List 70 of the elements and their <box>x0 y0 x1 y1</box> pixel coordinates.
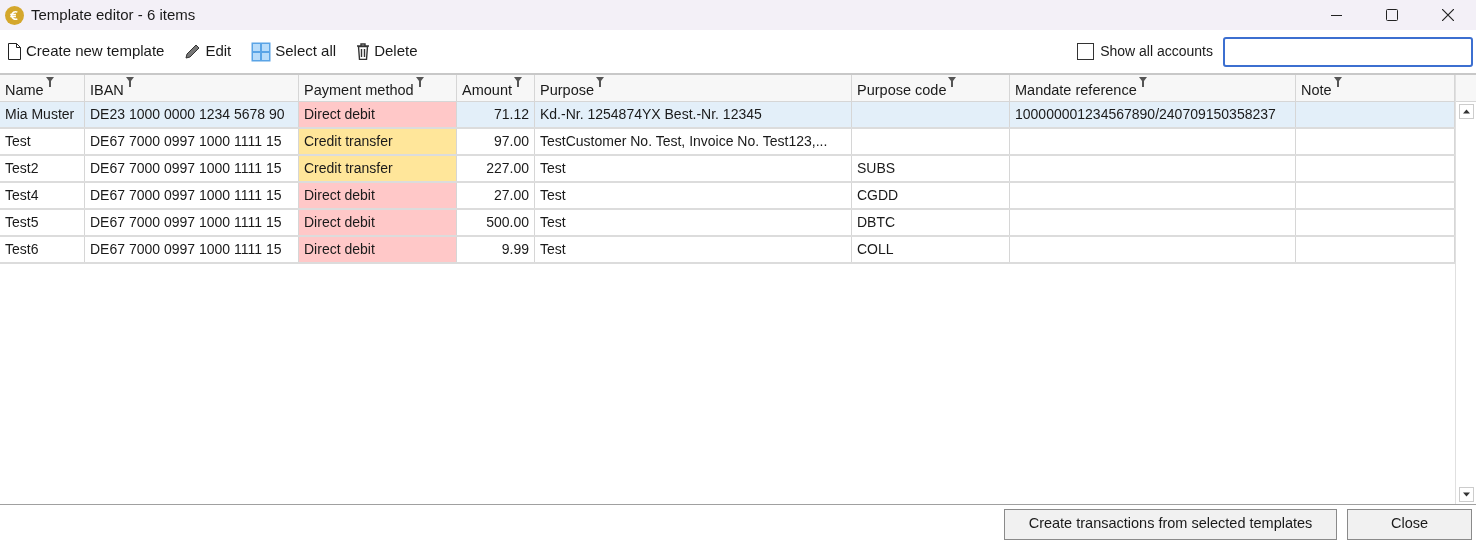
table-cell: SUBS <box>852 156 1010 181</box>
table-cell: Kd.-Nr. 1254874YX Best.-Nr. 12345 <box>535 102 852 127</box>
table-cell: Test5 <box>0 210 85 235</box>
table-row[interactable]: Test DE67 7000 0997 1000 1111 15 Credit transfer 97.00 TestCustomer No. Test, Invoice No. Test123,... <box>0 129 1455 156</box>
table-cell: 100000001234567890/240709150358237 <box>1010 102 1296 127</box>
document-icon <box>7 43 22 60</box>
table-cell: Test4 <box>0 183 85 208</box>
scroll-up-icon[interactable] <box>1458 104 1474 119</box>
table-row[interactable]: Test4 DE67 7000 0997 1000 1111 15 Direct debit 27.00 Test CGDD <box>0 183 1455 210</box>
table-cell: COLL <box>852 237 1010 262</box>
toolbar-button[interactable]: Select all <box>251 40 337 63</box>
filter-icon[interactable] <box>1333 77 1342 87</box>
table-row[interactable]: Test2 DE67 7000 0997 1000 1111 15 Credit transfer 227.00 Test SUBS <box>0 156 1455 183</box>
filter-icon[interactable] <box>125 77 134 87</box>
table-cell: Test <box>535 237 852 262</box>
table-cell: Mia Muster <box>0 102 85 127</box>
filter-icon[interactable] <box>45 77 54 87</box>
table-cell: TestCustomer No. Test, Invoice No. Test123,... <box>535 129 852 154</box>
trash-icon <box>356 43 371 60</box>
table-cell: Test <box>0 129 85 154</box>
table-cell: Direct debit <box>299 210 457 235</box>
table-row[interactable]: Test6 DE67 7000 0997 1000 1111 15 Direct debit 9.99 Test COLL <box>0 237 1455 264</box>
column-header[interactable]: Name <box>0 75 85 101</box>
column-header[interactable]: Purpose <box>535 75 852 101</box>
table-cell: Test <box>535 210 852 235</box>
toolbar-button[interactable]: Edit <box>184 40 232 63</box>
column-header[interactable]: Amount <box>457 75 535 101</box>
table-cell: 71.12 <box>457 102 535 127</box>
filter-icon[interactable] <box>514 77 522 87</box>
euro-coin-icon <box>5 5 24 25</box>
toolbar-button[interactable]: Create new template <box>7 40 165 63</box>
table-cell: 500.00 <box>457 210 535 235</box>
column-header[interactable]: IBAN <box>85 75 299 101</box>
table-row[interactable]: Test5 DE67 7000 0997 1000 1111 15 Direct debit 500.00 Test DBTC <box>0 210 1455 237</box>
table-cell: Credit transfer <box>299 129 457 154</box>
table-cell: 27.00 <box>457 183 535 208</box>
table-cell: Test2 <box>0 156 85 181</box>
table-cell: Direct debit <box>299 183 457 208</box>
table-cell: Test <box>535 183 852 208</box>
column-header[interactable]: Purpose code <box>852 75 1010 101</box>
scrollbar[interactable] <box>1456 102 1476 504</box>
table-row[interactable]: Mia Muster DE23 1000 0000 1234 5678 90 Direct debit 71.12 Kd.-Nr. 1254874YX Best.-Nr. 12345 100000001234567890/240709150358237 <box>0 102 1455 129</box>
close-icon <box>1442 9 1454 21</box>
search-field[interactable] <box>1223 36 1473 67</box>
filter-icon[interactable] <box>948 77 957 87</box>
column-header[interactable]: Mandate reference <box>1010 75 1296 101</box>
close-dialog-button[interactable]: Close <box>1347 508 1472 540</box>
checkbox[interactable] <box>1077 43 1095 60</box>
table-cell: Test <box>535 156 852 181</box>
action-button[interactable]: Create transactions from selected templates <box>1004 508 1337 540</box>
maximize-icon <box>1386 9 1398 21</box>
filter-icon[interactable] <box>415 77 424 87</box>
table-cell: Credit transfer <box>299 156 457 181</box>
window-title: Template editor - 6 items <box>31 4 196 25</box>
toolbar-button[interactable]: Delete <box>356 40 418 63</box>
table-cell: Test6 <box>0 237 85 262</box>
grid-icon <box>251 41 272 62</box>
table-cell: 227.00 <box>457 156 535 181</box>
column-header[interactable]: Payment method <box>299 75 457 101</box>
table-cell: Direct debit <box>299 102 457 127</box>
table-cell: Direct debit <box>299 237 457 262</box>
checkbox-label: Show all accounts <box>1100 42 1213 61</box>
pencil-icon <box>184 43 202 60</box>
table-cell: 97.00 <box>457 129 535 154</box>
scroll-down-icon[interactable] <box>1458 487 1474 502</box>
filter-icon[interactable] <box>1138 77 1147 87</box>
table-cell: CGDD <box>852 183 1010 208</box>
table-cell: 9.99 <box>457 237 535 262</box>
filter-icon[interactable] <box>596 77 604 87</box>
table-cell: DBTC <box>852 210 1010 235</box>
